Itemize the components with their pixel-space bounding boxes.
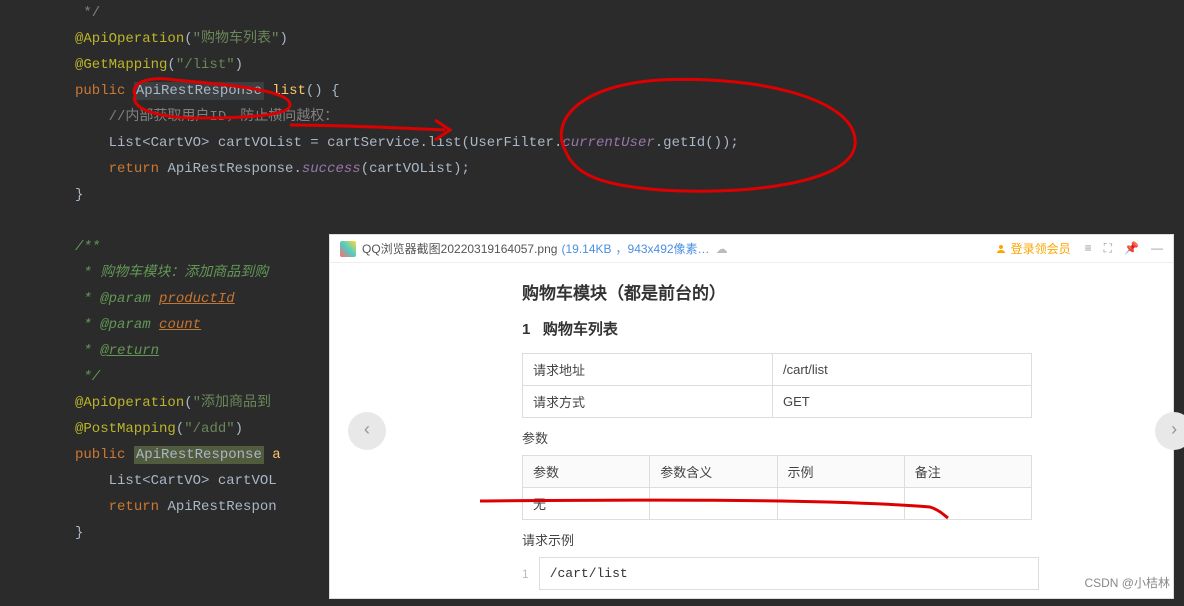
req-url-value: /cart/list	[773, 354, 1032, 386]
field-currentuser: currentUser	[562, 135, 654, 151]
param-header-note: 备注	[904, 456, 1031, 488]
class-apirestresponse: ApiRestResponse	[134, 82, 264, 100]
javadoc-start: /**	[75, 239, 100, 255]
javadoc-param-productid: productId	[159, 291, 235, 307]
section-heading: 1 购物车列表	[522, 318, 1141, 339]
example-line-number: 1	[522, 567, 529, 581]
login-link[interactable]: 登录领会员	[995, 240, 1071, 257]
cloud-icon[interactable]: ☁	[716, 242, 728, 256]
preview-filesize: (19.14KB	[561, 242, 611, 256]
app-logo-icon	[340, 241, 356, 257]
string-path: "/list"	[176, 57, 235, 73]
image-preview-window: QQ浏览器截图20220319164057.png (19.14KB ，943x…	[329, 234, 1174, 599]
keyword-return: return	[109, 161, 159, 177]
param-row-empty: 无	[523, 488, 650, 520]
inline-comment: //内部获取用户ID，防止横向越权：	[109, 109, 339, 125]
javadoc-param-tag: @param	[100, 291, 150, 307]
string-path2: "/add"	[184, 421, 234, 437]
keyword-public: public	[75, 83, 125, 99]
expand-icon[interactable]: ⛶	[1104, 241, 1112, 256]
call-success: success	[302, 161, 361, 177]
annotation-getmapping: @GetMapping	[75, 57, 167, 73]
javadoc-param-tag2: @param	[100, 317, 150, 333]
type-list: List<CartVO>	[109, 135, 210, 151]
menu-icon[interactable]: ≡	[1085, 241, 1092, 256]
watermark: CSDN @小桔林	[1084, 574, 1170, 591]
string-label2: "添加商品到	[193, 395, 271, 411]
javadoc-desc: * 购物车模块：添加商品到购	[75, 265, 268, 281]
string-label: "购物车列表"	[193, 31, 280, 47]
method-a: a	[272, 447, 280, 463]
class-userfilter: UserFilter	[470, 135, 554, 151]
login-text: 登录领会员	[1011, 240, 1071, 257]
example-value: /cart/list	[539, 557, 1039, 590]
param-header-name: 参数	[523, 456, 650, 488]
prev-image-button[interactable]: ‹	[348, 412, 386, 450]
class-partial: ApiRestRespon	[167, 499, 276, 515]
preview-content: 购物车模块（都是前台的） 1 购物车列表 请求地址 /cart/list 请求方…	[330, 263, 1173, 606]
minimize-icon[interactable]: —	[1151, 241, 1163, 256]
class-apirestresponse2: ApiRestResponse	[134, 446, 264, 464]
javadoc-star: *	[75, 343, 100, 359]
call-getid: getId	[663, 135, 705, 151]
class-ref: ApiRestResponse	[167, 161, 293, 177]
annotation-apioperation: @ApiOperation	[75, 31, 184, 47]
javadoc-param-count: count	[159, 317, 201, 333]
javadoc-return-tag: @return	[100, 343, 159, 359]
param-header-meaning: 参数含义	[650, 456, 777, 488]
preview-dimensions: ，943x492像素…	[616, 240, 710, 257]
section-number: 1	[522, 321, 530, 338]
var-cartvol: cartVOL	[218, 473, 277, 489]
params-table: 参数 参数含义 示例 备注 无	[522, 455, 1032, 520]
var-cartservice: cartService	[327, 135, 419, 151]
req-method-value: GET	[773, 386, 1032, 418]
preview-titlebar: QQ浏览器截图20220319164057.png (19.14KB ，943x…	[330, 235, 1173, 263]
keyword-return2: return	[109, 499, 159, 515]
section-title-text: 购物车列表	[543, 321, 618, 338]
req-method-label: 请求方式	[523, 386, 773, 418]
params-heading: 参数	[522, 428, 1141, 447]
arg-cartvolist: cartVOList	[369, 161, 453, 177]
call-list: list	[428, 135, 462, 151]
keyword-public2: public	[75, 447, 125, 463]
pin-icon[interactable]: 📌	[1124, 241, 1139, 256]
doc-title: 购物车模块（都是前台的）	[522, 279, 1141, 304]
request-info-table: 请求地址 /cart/list 请求方式 GET	[522, 353, 1032, 418]
javadoc-star: *	[75, 317, 100, 333]
comment-end: */	[75, 5, 100, 21]
var-cartvolist: cartVOList	[218, 135, 302, 151]
javadoc-end: */	[75, 369, 100, 385]
param-header-example: 示例	[777, 456, 904, 488]
preview-filename: QQ浏览器截图20220319164057.png	[362, 240, 557, 257]
example-heading: 请求示例	[522, 530, 1141, 549]
type-list2: List<CartVO>	[109, 473, 210, 489]
javadoc-star: *	[75, 291, 100, 307]
method-list: list	[272, 83, 306, 99]
req-url-label: 请求地址	[523, 354, 773, 386]
user-icon	[995, 243, 1007, 255]
annotation-apioperation2: @ApiOperation	[75, 395, 184, 411]
annotation-postmapping: @PostMapping	[75, 421, 176, 437]
